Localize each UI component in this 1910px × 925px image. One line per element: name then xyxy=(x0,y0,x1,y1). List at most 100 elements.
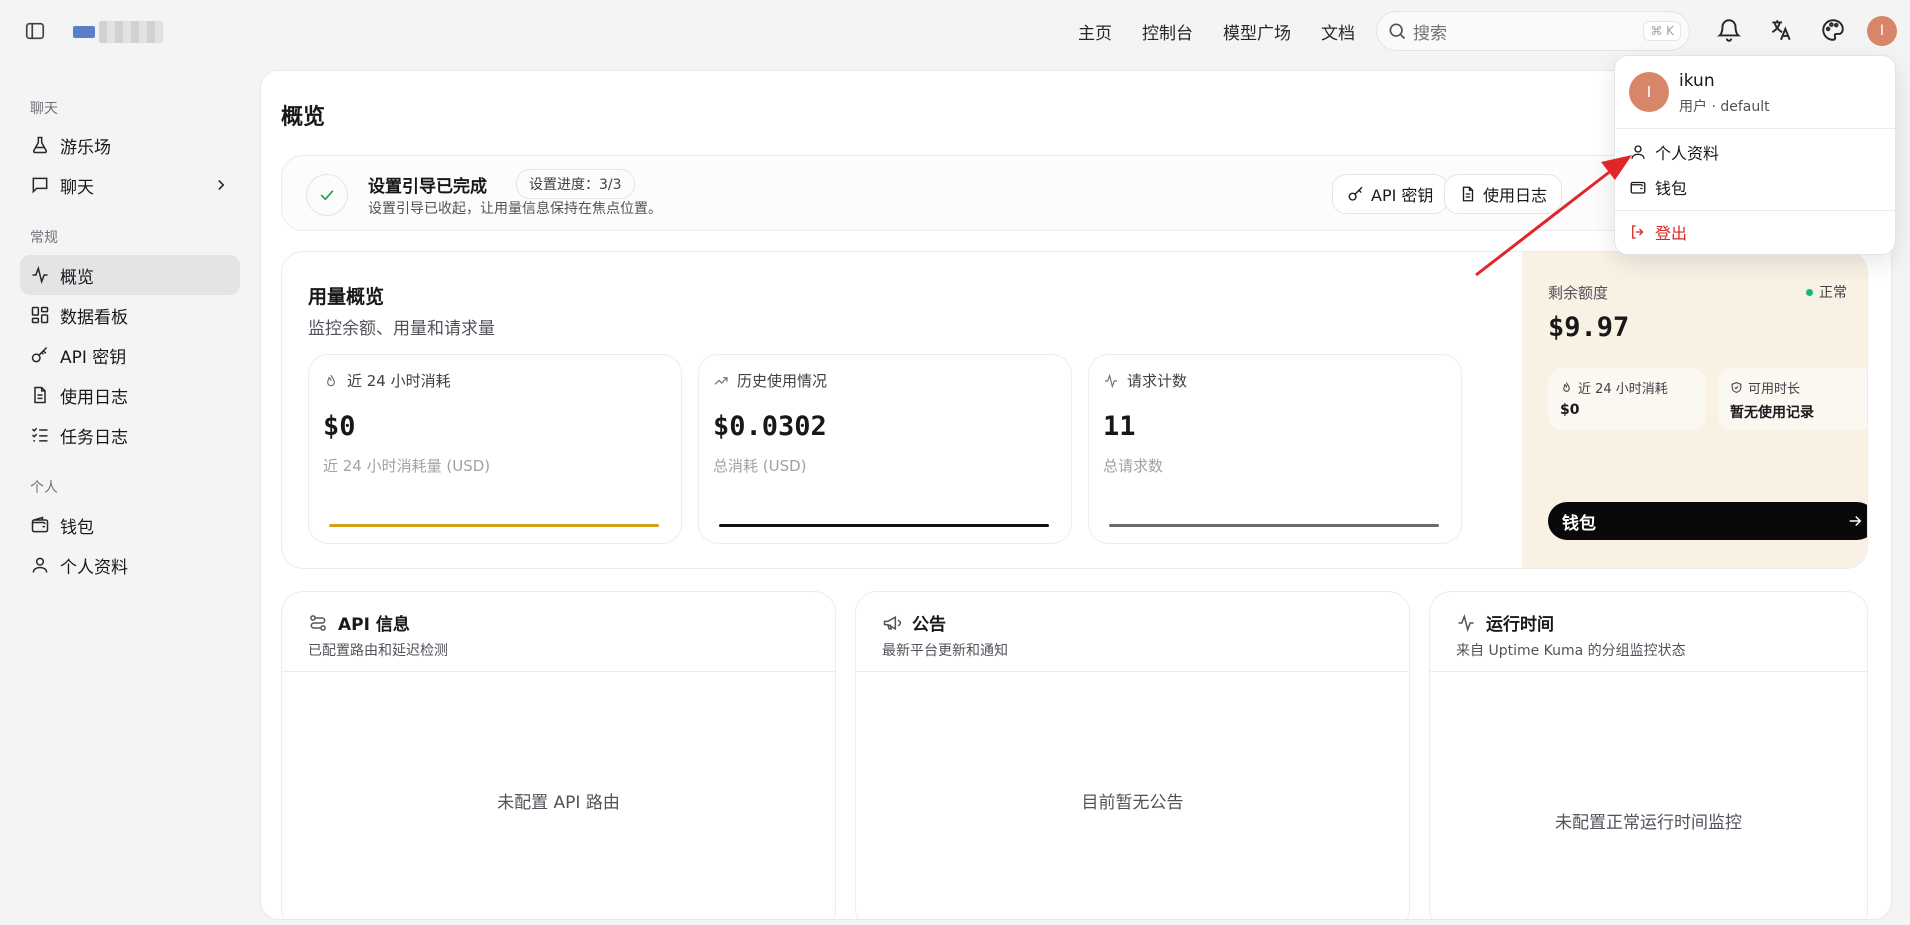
search-placeholder: 搜索 xyxy=(1413,23,1447,44)
sidebar-item-label: API 密钥 xyxy=(60,347,127,368)
setup-description: 设置引导已收起，让用量信息保持在焦点位置。 xyxy=(368,201,662,217)
sidebar-item-label: 游乐场 xyxy=(60,137,111,158)
stat-card-history: 历史使用情况 $0.0302 总消耗 (USD) xyxy=(698,354,1072,544)
nav-docs[interactable]: 文档 xyxy=(1321,19,1355,44)
flame-icon xyxy=(1560,381,1573,394)
message-icon xyxy=(30,175,50,195)
sidebar-item-label: 概览 xyxy=(60,267,94,288)
mini-stat-label: 近 24 小时消耗 xyxy=(1578,382,1668,397)
sidebar-item-playground[interactable]: 游乐场 xyxy=(20,125,240,165)
user-icon xyxy=(30,555,50,575)
search-input[interactable]: 搜索 ⌘ K xyxy=(1376,11,1690,51)
stat-value: $0.0302 xyxy=(713,411,827,442)
page-title: 概览 xyxy=(281,105,326,130)
menu-divider xyxy=(1615,210,1895,211)
nav-model-square[interactable]: 模型广场 xyxy=(1223,19,1291,44)
sidebar-item-label: 钱包 xyxy=(60,517,94,538)
chevron-right-icon[interactable] xyxy=(212,176,230,194)
translate-icon[interactable] xyxy=(1768,17,1794,43)
balance-label: 剩余额度 xyxy=(1548,284,1609,302)
user-role: 用户 · default xyxy=(1679,99,1770,115)
sidebar-toggle-icon[interactable] xyxy=(24,20,46,42)
file-text-icon xyxy=(1459,185,1477,203)
mini-stat-24h: 近 24 小时消耗 $0 xyxy=(1548,368,1706,430)
menu-item-wallet[interactable]: 钱包 xyxy=(1629,173,1687,201)
sidebar-item-task-logs[interactable]: 任务日志 xyxy=(20,415,240,455)
setup-title: 设置引导已完成 xyxy=(368,177,487,197)
sidebar-item-label: 任务日志 xyxy=(60,427,128,448)
app-logo[interactable] xyxy=(73,21,163,43)
nav-console[interactable]: 控制台 xyxy=(1142,19,1193,44)
wallet-icon xyxy=(30,515,50,535)
bell-icon[interactable] xyxy=(1716,17,1742,43)
palette-icon[interactable] xyxy=(1820,17,1846,43)
menu-item-logout[interactable]: 登出 xyxy=(1629,218,1687,246)
sidebar-item-api-keys[interactable]: API 密钥 xyxy=(20,335,240,375)
sidebar-item-profile[interactable]: 个人资料 xyxy=(20,545,240,585)
mini-stat-value: $0 xyxy=(1560,402,1580,418)
api-keys-button-label: API 密钥 xyxy=(1371,186,1434,205)
sidebar-item-chat[interactable]: 聊天 xyxy=(20,165,240,205)
empty-state: 未配置正常运行时间监控 xyxy=(1555,813,1742,833)
trending-up-icon xyxy=(713,373,729,389)
sidebar-section-personal: 个人 xyxy=(30,480,58,496)
card-description: 来自 Uptime Kuma 的分组监控状态 xyxy=(1456,643,1686,659)
stat-bar xyxy=(1109,524,1439,527)
user-dropdown-menu: I ikun 用户 · default 个人资料 钱包 登出 xyxy=(1614,55,1896,255)
stat-label: 近 24 小时消耗 xyxy=(347,372,451,390)
usage-overview: 用量概览 监控余额、用量和请求量 近 24 小时消耗 $0 近 24 小时消耗量… xyxy=(281,251,1868,569)
wallet-button-label: 钱包 xyxy=(1562,513,1596,534)
route-icon xyxy=(308,613,328,633)
card-title: 公告 xyxy=(912,615,946,635)
announcements-card: 公告 最新平台更新和通知 目前暂无公告 xyxy=(855,591,1410,919)
sidebar-section-general: 常规 xyxy=(30,230,58,246)
activity-icon xyxy=(30,265,50,285)
top-nav: 主页 控制台 模型广场 文档 xyxy=(1078,19,1355,44)
usage-logs-button[interactable]: 使用日志 xyxy=(1444,174,1563,214)
card-description: 已配置路由和延迟检测 xyxy=(308,643,448,659)
sidebar-item-label: 聊天 xyxy=(60,177,94,198)
sidebar-item-usage-logs[interactable]: 使用日志 xyxy=(20,375,240,415)
sidebar-item-wallet[interactable]: 钱包 xyxy=(20,505,240,545)
activity-icon xyxy=(1103,373,1119,389)
stat-sub: 近 24 小时消耗量 (USD) xyxy=(323,457,491,475)
menu-item-label: 钱包 xyxy=(1655,179,1688,198)
menu-item-label: 登出 xyxy=(1655,224,1688,243)
activity-icon xyxy=(1456,613,1476,633)
user-avatar[interactable]: I xyxy=(1867,16,1897,46)
key-icon xyxy=(30,345,50,365)
sidebar-item-dashboard[interactable]: 数据看板 xyxy=(20,295,240,335)
stat-value: 11 xyxy=(1103,411,1136,442)
search-shortcut: ⌘ K xyxy=(1643,21,1681,41)
sidebar-item-label: 使用日志 xyxy=(60,387,128,408)
top-bar: 主页 控制台 模型广场 文档 搜索 ⌘ K I xyxy=(0,0,1910,62)
empty-state: 未配置 API 路由 xyxy=(497,793,620,813)
nav-home[interactable]: 主页 xyxy=(1078,19,1112,44)
menu-item-label: 个人资料 xyxy=(1655,144,1720,163)
stat-label: 请求计数 xyxy=(1127,372,1188,390)
balance-card: 剩余额度 正常 $9.97 近 24 小时消耗 $0 可用时长 暂无使用记录 钱… xyxy=(1522,252,1867,568)
mini-stat-value: 暂无使用记录 xyxy=(1730,405,1814,421)
usage-logs-button-label: 使用日志 xyxy=(1483,186,1548,205)
sidebar-section-chat: 聊天 xyxy=(30,101,58,117)
dashboard-icon xyxy=(30,305,50,325)
empty-state: 目前暂无公告 xyxy=(1081,793,1184,813)
list-checks-icon xyxy=(30,425,50,445)
logout-icon xyxy=(1629,223,1647,241)
user-name: ikun xyxy=(1679,71,1715,91)
menu-divider xyxy=(1615,128,1895,129)
wallet-button[interactable]: 钱包 xyxy=(1548,502,1867,540)
file-text-icon xyxy=(30,385,50,405)
menu-item-profile[interactable]: 个人资料 xyxy=(1629,138,1719,166)
sidebar-item-label: 数据看板 xyxy=(60,307,128,328)
sidebar-item-overview[interactable]: 概览 xyxy=(20,255,240,295)
flask-icon xyxy=(30,135,50,155)
menu-avatar: I xyxy=(1629,72,1669,112)
stat-card-24h: 近 24 小时消耗 $0 近 24 小时消耗量 (USD) xyxy=(308,354,682,544)
megaphone-icon xyxy=(882,613,902,633)
stat-sub: 总消耗 (USD) xyxy=(713,457,807,475)
api-keys-button[interactable]: API 密钥 xyxy=(1332,174,1449,214)
user-icon xyxy=(1629,143,1647,161)
card-title: API 信息 xyxy=(338,615,410,635)
stat-bar xyxy=(329,524,659,527)
